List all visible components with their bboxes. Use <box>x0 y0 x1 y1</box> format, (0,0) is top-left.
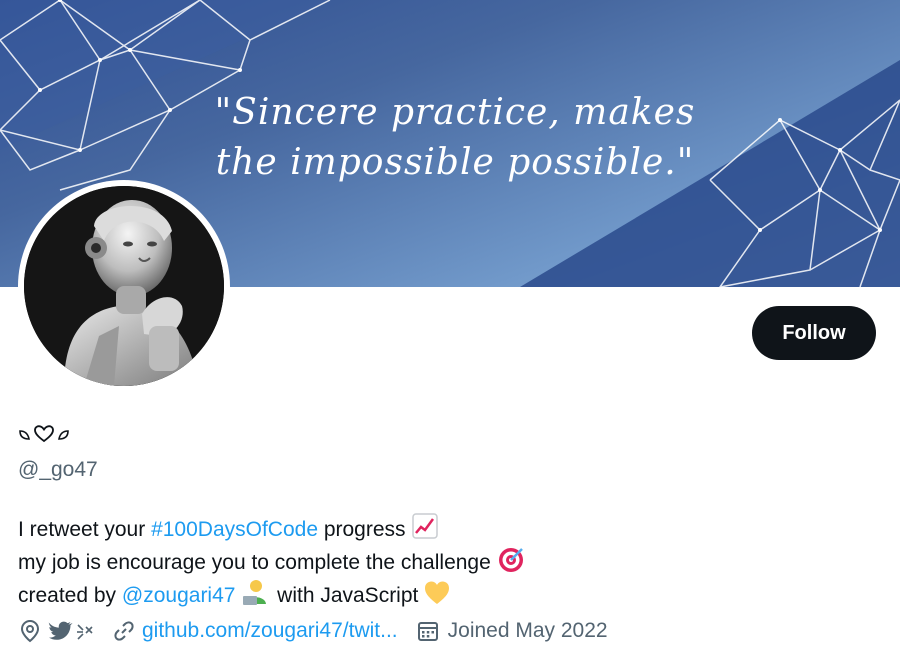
bio-text: I retweet your <box>18 518 152 541</box>
sparkle-icon <box>77 624 93 640</box>
banner-quote-line1: "Sincere practice, makes <box>214 92 696 133</box>
heart-outline-icon <box>34 425 54 443</box>
follow-button[interactable]: Follow <box>752 306 876 360</box>
chart-increasing-icon <box>412 513 439 539</box>
leaf-icon <box>58 430 69 440</box>
bio-text: progress <box>318 518 406 541</box>
hashtag-link[interactable]: #100DaysOfCode <box>151 518 318 541</box>
profile-handle: @_go47 <box>18 458 98 481</box>
bio-line-2: my job is encourage you to complete the … <box>18 545 525 578</box>
avatar[interactable] <box>18 180 230 392</box>
link-icon <box>114 621 134 641</box>
yellow-heart-icon <box>425 581 450 604</box>
location <box>18 619 94 643</box>
direct-hit-icon <box>498 548 523 572</box>
bio-text: created by <box>18 584 122 607</box>
location-pin-icon <box>20 619 40 643</box>
calendar-icon <box>417 622 438 641</box>
joined-text: Joined May 2022 <box>447 619 608 642</box>
profile-meta: github.com/zougari47/twit... Joined May … <box>18 619 626 643</box>
leaf-icon <box>19 430 30 440</box>
bio-text: with JavaScript <box>271 584 419 607</box>
banner-quote: "Sincere practice, makes the impossible … <box>0 88 900 188</box>
bio-line-1: I retweet your #100DaysOfCode progress <box>18 512 525 545</box>
website-url[interactable]: github.com/zougari47/twit... <box>142 619 398 643</box>
joined-date: Joined May 2022 <box>416 619 608 643</box>
mention-link[interactable]: @zougari47 <box>122 584 236 607</box>
website-link[interactable]: github.com/zougari47/twit... <box>112 619 398 643</box>
display-name <box>18 424 70 444</box>
profile-bio: I retweet your #100DaysOfCode progress m… <box>18 512 525 611</box>
avatar-robot-image <box>24 186 224 386</box>
twitter-bird-icon <box>48 621 73 640</box>
bio-text: my job is encourage you to complete the … <box>18 551 491 574</box>
technologist-icon <box>243 580 267 605</box>
bio-line-3: created by @zougari47 with JavaScript <box>18 578 525 611</box>
